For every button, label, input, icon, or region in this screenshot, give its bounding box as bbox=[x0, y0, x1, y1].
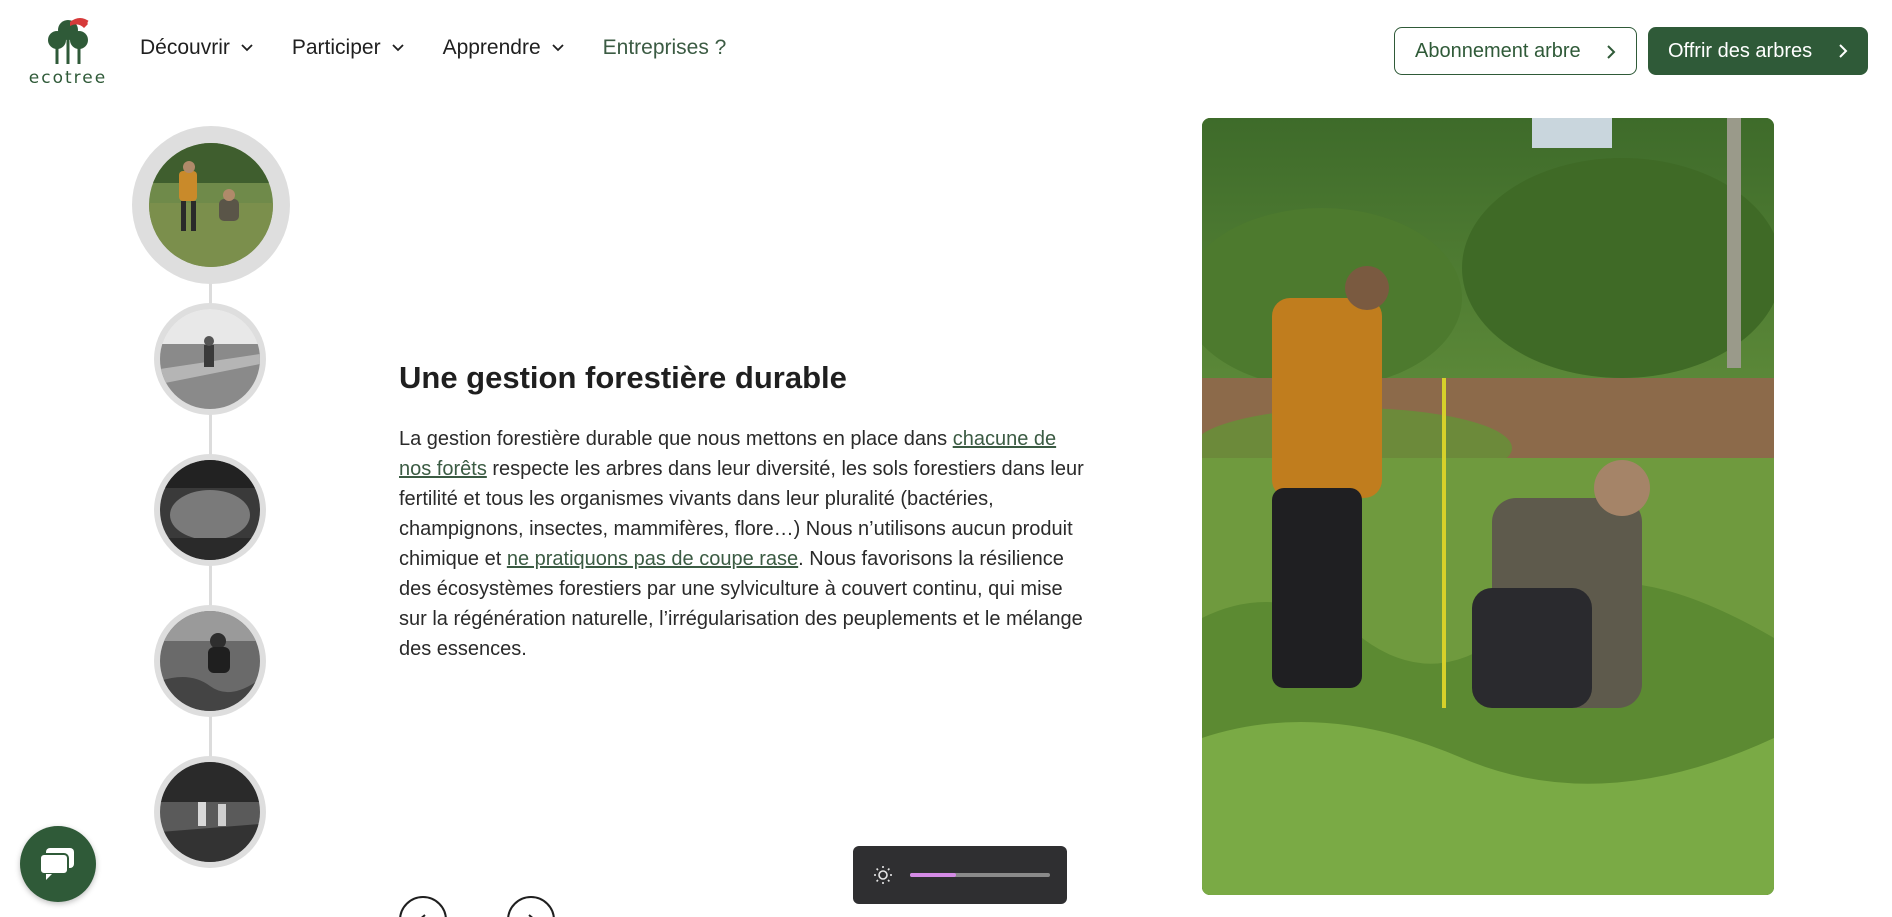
nav-item-label: Découvrir bbox=[140, 36, 230, 59]
chevron-down-icon bbox=[241, 44, 253, 52]
timeline-step-4[interactable] bbox=[154, 605, 266, 717]
clear-cut-link[interactable]: ne pratiquons pas de coupe rase bbox=[507, 548, 798, 570]
chat-bubble-icon bbox=[39, 848, 74, 880]
nav-item-label: Entreprises ? bbox=[602, 36, 727, 59]
chevron-left-icon bbox=[421, 914, 426, 917]
carousel-next-button[interactable] bbox=[507, 896, 555, 917]
nav-item-label: Participer bbox=[291, 36, 381, 59]
nav-item-label: Apprendre bbox=[442, 36, 541, 59]
chevron-right-icon bbox=[1607, 45, 1616, 59]
timeline-photo bbox=[160, 762, 260, 862]
timeline-step-5[interactable] bbox=[154, 756, 266, 868]
sun-icon bbox=[874, 866, 892, 884]
section-body: La gestion forestière durable que nous m… bbox=[399, 424, 1089, 664]
site-header: ecotree Découvrir Participer Apprendre E… bbox=[0, 0, 1892, 100]
subscription-button-label: Abonnement arbre bbox=[1415, 39, 1581, 62]
ecotree-logo[interactable]: ecotree bbox=[28, 16, 112, 88]
gift-trees-button[interactable]: Offrir des arbres bbox=[1648, 27, 1868, 75]
timeline-photo bbox=[149, 143, 273, 267]
timeline-step-2[interactable] bbox=[154, 303, 266, 415]
brightness-slider-fill bbox=[910, 873, 957, 877]
body-text-part: La gestion forestière durable que nous m… bbox=[399, 428, 953, 450]
chevron-down-icon bbox=[391, 44, 404, 52]
gift-trees-button-label: Offrir des arbres bbox=[1668, 39, 1813, 62]
nav-item-decouvrir[interactable]: Découvrir bbox=[140, 36, 254, 60]
forest-workers-photo bbox=[1202, 118, 1774, 895]
timeline-photo bbox=[160, 309, 260, 409]
chevron-right-icon bbox=[528, 914, 533, 917]
section-title: Une gestion forestière durable bbox=[399, 360, 847, 395]
timeline-step-3[interactable] bbox=[154, 454, 266, 566]
main-nav: Découvrir Participer Apprendre Entrepris… bbox=[140, 36, 764, 60]
brightness-slider[interactable] bbox=[910, 873, 1050, 877]
logo-wordmark: ecotree bbox=[28, 68, 108, 88]
chevron-right-icon bbox=[1839, 44, 1848, 58]
timeline-step-1[interactable] bbox=[132, 126, 290, 284]
nav-item-apprendre[interactable]: Apprendre bbox=[443, 36, 565, 60]
nav-item-participer[interactable]: Participer bbox=[292, 36, 405, 60]
chat-button[interactable] bbox=[20, 826, 96, 902]
chevron-down-icon bbox=[552, 44, 564, 52]
timeline-photo bbox=[160, 460, 260, 560]
timeline-photo bbox=[160, 611, 260, 711]
subscription-button[interactable]: Abonnement arbre bbox=[1394, 27, 1637, 75]
carousel-prev-button[interactable] bbox=[399, 896, 447, 917]
tree-logo-icon bbox=[48, 18, 93, 64]
brightness-control bbox=[853, 846, 1067, 904]
nav-item-entreprises[interactable]: Entreprises ? bbox=[603, 36, 727, 60]
